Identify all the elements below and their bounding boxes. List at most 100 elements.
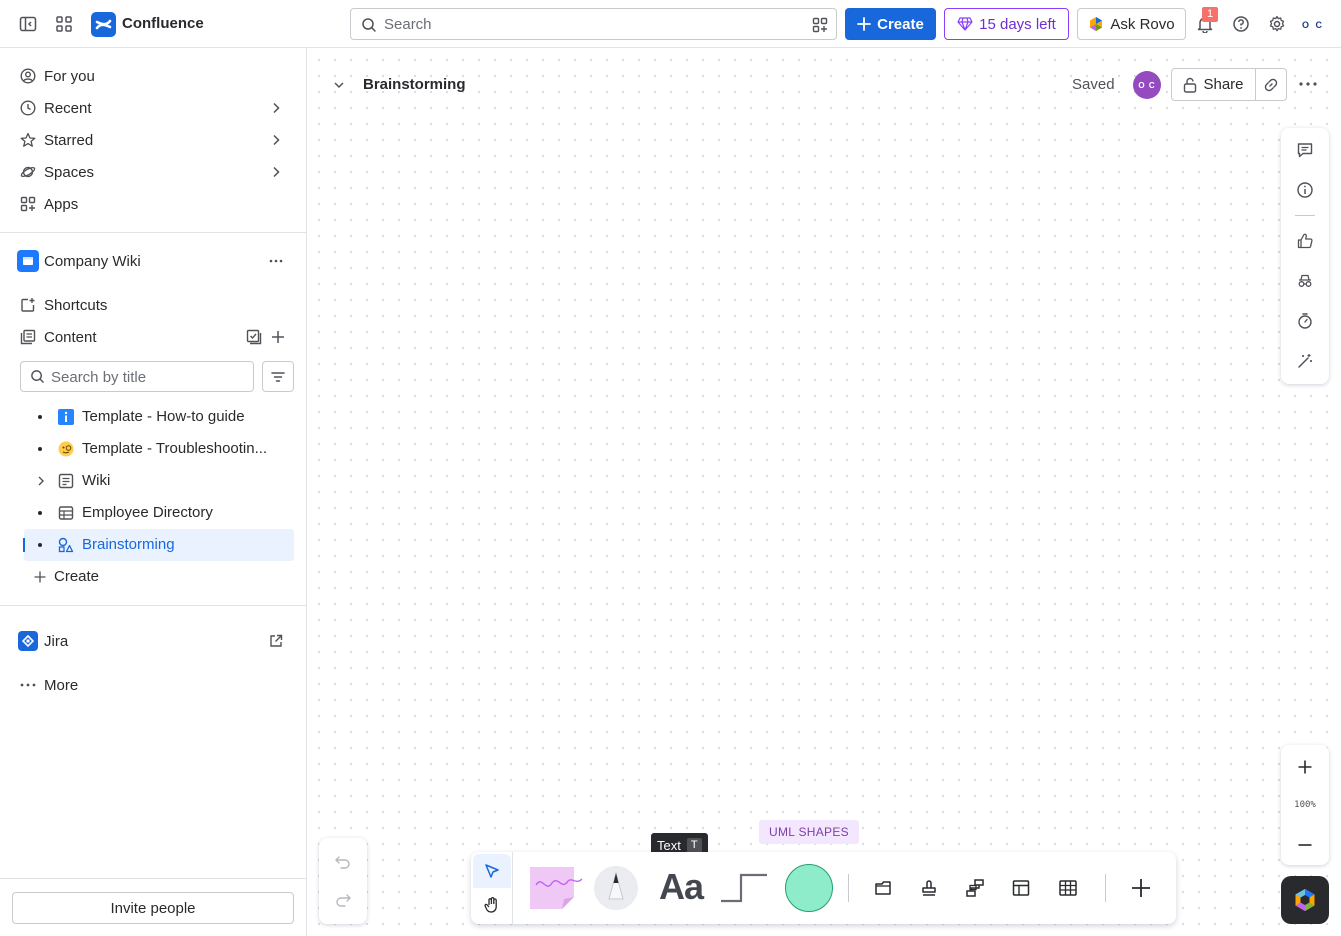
copy-link-button[interactable] [1255, 68, 1287, 101]
sidebar-toggle-icon[interactable] [16, 12, 40, 36]
external-link-icon[interactable] [268, 633, 284, 649]
stamp-tool-icon[interactable] [919, 878, 939, 898]
zoom-controls: 100% [1281, 745, 1329, 865]
shape-tool[interactable] [784, 863, 834, 913]
sidebar-item-shortcuts[interactable]: Shortcuts [12, 290, 296, 320]
trial-label: 15 days left [979, 15, 1056, 33]
collaborator-avatar[interactable]: O C [1133, 71, 1161, 99]
search-input[interactable]: Search [350, 8, 837, 40]
tree-item-employee-directory[interactable]: Employee Directory [24, 497, 294, 529]
tree-item-brainstorming[interactable]: Brainstorming [23, 529, 294, 561]
frame-tool-icon[interactable] [873, 878, 893, 898]
sidebar-item-apps[interactable]: Apps [12, 189, 296, 219]
filter-grid-icon[interactable] [812, 17, 828, 33]
tree-item-howto-guide[interactable]: Template - How-to guide [24, 401, 294, 433]
share-button[interactable]: Share [1171, 68, 1256, 101]
uml-shapes-label[interactable]: UML SHAPES [759, 820, 859, 844]
save-status: Saved [1072, 76, 1115, 93]
connector-tool[interactable] [719, 872, 769, 904]
user-circle-icon [12, 68, 44, 84]
text-tool[interactable]: Aa [656, 862, 706, 912]
table-tool-icon[interactable] [1058, 878, 1078, 898]
profile-avatar[interactable]: O C [1300, 12, 1326, 38]
sticky-note-icon [530, 867, 583, 909]
hand-tool[interactable] [473, 888, 511, 922]
create-page-item[interactable]: Create [24, 561, 294, 593]
sidebar-item-more[interactable]: More [12, 670, 296, 700]
trial-button[interactable]: 15 days left [944, 8, 1069, 40]
diagram-tool-icon[interactable] [965, 878, 985, 898]
rovo-assistant-button[interactable] [1281, 876, 1329, 924]
page-title[interactable]: Brainstorming [363, 76, 466, 93]
rovo-icon [1090, 17, 1103, 31]
create-button[interactable]: Create [845, 8, 936, 40]
rail-divider [1295, 215, 1315, 216]
incognito-icon[interactable] [1293, 269, 1317, 293]
timer-icon[interactable] [1293, 309, 1317, 333]
more-tools-plus-icon[interactable] [1130, 877, 1152, 899]
magic-wand-icon[interactable] [1293, 349, 1317, 373]
zoom-level[interactable]: 100% [1281, 800, 1329, 810]
filter-button[interactable] [262, 361, 294, 392]
info-icon[interactable] [1293, 178, 1317, 202]
space-header[interactable]: Company Wiki [12, 246, 296, 276]
settings-gear-icon[interactable] [1265, 12, 1289, 36]
search-icon [31, 370, 44, 383]
unlock-icon [1184, 77, 1197, 93]
create-page-label: Create [54, 568, 100, 585]
zoom-out-icon[interactable] [1293, 833, 1317, 857]
sidebar-item-label: Recent [44, 99, 92, 117]
undo-icon[interactable] [331, 850, 355, 874]
whiteboard-shapes-icon [58, 537, 74, 553]
app-switcher-icon[interactable] [52, 12, 76, 36]
sidebar-item-starred[interactable]: Starred [12, 125, 296, 155]
ask-rovo-button[interactable]: Ask Rovo [1077, 8, 1186, 40]
comment-icon[interactable] [1293, 138, 1317, 162]
select-tool[interactable] [473, 854, 511, 888]
thumbs-up-icon[interactable] [1293, 229, 1317, 253]
add-content-plus-icon[interactable] [270, 329, 286, 345]
content-filter-check-icon[interactable] [246, 329, 262, 345]
planet-icon [12, 164, 44, 180]
invite-people-button[interactable]: Invite people [12, 892, 294, 924]
zoom-in-icon[interactable] [1293, 755, 1317, 779]
pen-tool[interactable] [593, 865, 639, 911]
chevron-right-icon[interactable] [34, 473, 48, 489]
sidebar-item-label: Shortcuts [44, 296, 108, 314]
chevron-right-icon[interactable] [268, 100, 284, 116]
face-monocle-emoji-icon [58, 441, 74, 457]
sticky-note-tool[interactable] [528, 863, 584, 913]
sidebar-item-jira[interactable]: Jira [12, 626, 296, 656]
tree-item-label: Employee Directory [82, 504, 213, 521]
sidebar-item-recent[interactable]: Recent [12, 93, 296, 123]
collapse-chevron-icon[interactable] [331, 77, 347, 93]
search-by-title-input[interactable]: Search by title [20, 361, 254, 392]
tooltip-shortcut-key: T [686, 837, 702, 853]
tree-item-label: Template - How-to guide [82, 408, 245, 425]
filter-icon [271, 371, 285, 382]
help-icon[interactable] [1229, 12, 1253, 36]
clock-icon [12, 100, 44, 116]
whiteboard-canvas[interactable] [307, 48, 1341, 936]
more-options-icon[interactable] [268, 253, 284, 269]
shortcut-icon [12, 297, 44, 313]
more-actions-icon[interactable] [1298, 76, 1318, 92]
redo-icon[interactable] [331, 888, 355, 912]
top-navigation: Confluence Search Create 15 days left As… [0, 0, 1341, 48]
circle-shape-icon [785, 864, 833, 912]
chevron-right-icon[interactable] [268, 164, 284, 180]
tree-item-troubleshooting[interactable]: Template - Troubleshootin... [24, 433, 294, 465]
link-icon [1264, 78, 1278, 91]
sidebar-item-spaces[interactable]: Spaces [12, 157, 296, 187]
page-icon [58, 473, 74, 489]
template-tool-icon[interactable] [1011, 878, 1031, 898]
chevron-right-icon[interactable] [268, 132, 284, 148]
confluence-logo-icon[interactable] [91, 12, 116, 37]
tree-item-wiki[interactable]: Wiki [24, 465, 294, 497]
app-name[interactable]: Confluence [122, 15, 204, 32]
sidebar-item-content[interactable]: Content [12, 322, 296, 352]
database-table-icon [58, 505, 74, 521]
sidebar-item-for-you[interactable]: For you [12, 61, 296, 91]
sidebar-item-label: Jira [44, 632, 69, 650]
active-indicator [23, 538, 25, 552]
